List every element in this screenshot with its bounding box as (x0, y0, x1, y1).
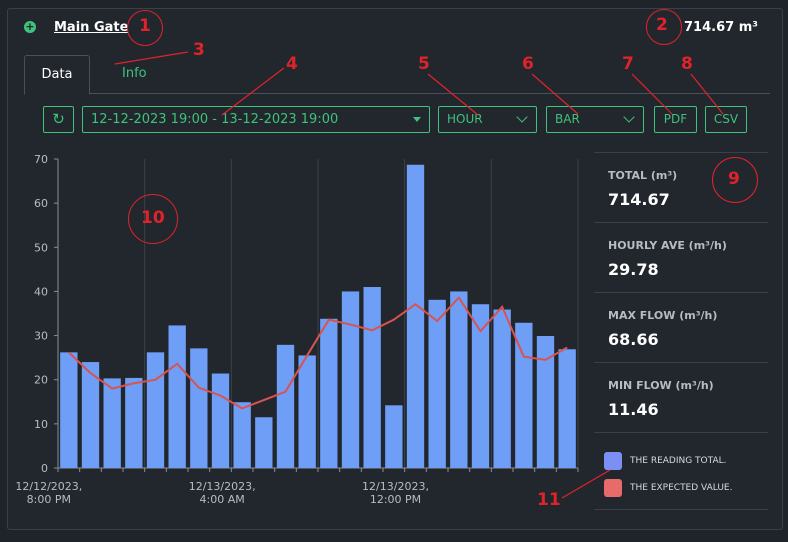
annotation-label: 9 (728, 169, 740, 189)
bar (341, 291, 360, 468)
x-tick-label: 12/13/2023, (362, 480, 429, 493)
tab-data[interactable]: Data (24, 55, 90, 95)
chart-type-select[interactable]: BAR (546, 106, 644, 133)
stat-value: 68.66 (608, 330, 659, 349)
annotation-label: 8 (681, 54, 693, 74)
bar (255, 417, 273, 468)
legend-label: THE EXPECTED VALUE. (630, 483, 733, 493)
stat-max-flow: MAX FLOW (m³/h) 68.66 (594, 292, 768, 362)
flow-chart: 0 10 20 30 40 50 60 70 12/12/2023,8:00 PM 12/13/2… (15, 153, 579, 506)
x-tick-label: 12/12/2023, (15, 480, 82, 493)
date-range-value: 12-12-2023 19:00 - 13-12-2023 19:00 (91, 112, 339, 127)
refresh-button[interactable]: ↻ (43, 106, 74, 133)
date-range-picker[interactable]: 12-12-2023 19:00 - 13-12-2023 19:00 (82, 106, 430, 133)
legend-item-expected[interactable]: THE EXPECTED VALUE. (604, 478, 732, 498)
y-tick-label: 40 (34, 285, 48, 298)
bar (125, 377, 143, 468)
divider (594, 509, 768, 510)
annotation-label: 3 (193, 40, 205, 60)
bar (233, 402, 251, 468)
stats-panel: TOTAL (m³) 714.67 HOURLY AVE (m³/h) 29.7… (594, 152, 768, 516)
x-tick-label: 12/13/2023, (189, 480, 256, 493)
interval-select[interactable]: HOUR (438, 106, 537, 133)
y-tick-label: 70 (34, 153, 48, 166)
y-tick-label: 60 (34, 197, 48, 210)
bar (558, 349, 576, 468)
y-tick-label: 20 (34, 374, 48, 387)
bar (103, 378, 121, 468)
tab-bar: Data Info (24, 55, 770, 95)
chevron-down-icon (623, 111, 635, 123)
stat-value: 29.78 (608, 260, 659, 279)
y-tick-label: 0 (41, 462, 48, 475)
bar (493, 309, 511, 468)
stat-label: HOURLY AVE (m³/h) (608, 239, 727, 252)
legend-item-reading[interactable]: THE READING TOTAL. (604, 451, 726, 471)
bar (363, 287, 381, 468)
pdf-button[interactable]: PDF (654, 106, 697, 133)
interval-value: HOUR (447, 112, 483, 126)
annotation-label: 11 (537, 490, 561, 510)
bar (450, 291, 468, 468)
stat-hourly-ave: HOURLY AVE (m³/h) 29.78 (594, 222, 768, 292)
bar (190, 348, 208, 468)
annotation-label: 4 (286, 54, 298, 74)
stat-value: 11.46 (608, 400, 659, 419)
legend-label: THE READING TOTAL. (630, 456, 727, 466)
csv-button[interactable]: CSV (705, 106, 747, 133)
annotation-label: 7 (622, 54, 634, 74)
bar (428, 299, 446, 468)
stat-min-flow: MIN FLOW (m³/h) 11.46 (594, 362, 768, 432)
meter-title[interactable]: Main Gate (54, 20, 128, 35)
y-tick-label: 50 (34, 241, 48, 254)
legend-swatch (604, 478, 622, 497)
stat-label: MAX FLOW (m³/h) (608, 309, 718, 322)
bar (276, 344, 295, 468)
annotation-label: 6 (522, 54, 534, 74)
legend-swatch (604, 451, 622, 470)
annotation-label: 5 (418, 54, 430, 74)
refresh-icon: ↻ (52, 110, 65, 128)
bar (298, 355, 316, 468)
x-tick-label: 12:00 PM (370, 493, 421, 506)
bar (385, 405, 403, 468)
chevron-down-icon (516, 111, 528, 123)
x-tick-label: 4:00 AM (200, 493, 245, 506)
stat-label: MIN FLOW (m³/h) (608, 379, 714, 392)
annotation-label: 1 (139, 16, 151, 36)
y-tick-label: 10 (34, 418, 48, 431)
bar (211, 373, 230, 468)
bar (168, 325, 186, 468)
stat-value: 714.67 (608, 190, 670, 209)
y-tick-label: 30 (34, 330, 48, 343)
tab-info[interactable]: Info (122, 55, 147, 93)
stat-label: TOTAL (m³) (608, 169, 678, 182)
chart-type-value: BAR (555, 112, 580, 126)
caret-down-icon (413, 117, 421, 122)
annotation-label: 2 (656, 15, 668, 35)
bar (471, 304, 490, 468)
header-total: 714.67 m³ (684, 20, 758, 35)
bar (320, 318, 338, 468)
add-icon[interactable]: + (24, 21, 36, 33)
x-tick-label: 8:00 PM (27, 493, 71, 506)
bar (146, 352, 165, 468)
chart-legend: THE READING TOTAL. THE EXPECTED VALUE. (594, 432, 768, 516)
bar (60, 352, 78, 468)
annotation-label: 10 (141, 208, 165, 228)
bar (406, 164, 425, 468)
